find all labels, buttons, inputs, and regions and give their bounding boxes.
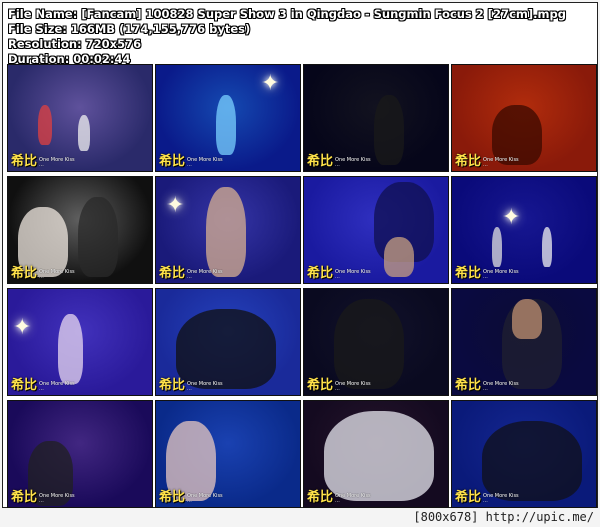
- video-thumbnail: 希比 One More Kiss...: [155, 288, 301, 396]
- upic-watermark-link[interactable]: [800x678] http://upic.me/: [411, 510, 596, 524]
- video-thumbnail: 希比 One More Kiss...: [7, 64, 153, 172]
- fansite-watermark: 希比 One More Kiss...: [11, 267, 75, 280]
- watermark-text: One More Kiss...: [483, 493, 519, 504]
- performer-silhouette: [58, 314, 83, 384]
- watermark-glyph: 希比: [307, 378, 334, 393]
- video-thumbnail: 希比 One More Kiss...: [7, 176, 153, 284]
- video-thumbnail: ✦ 希比 One More Kiss...: [7, 288, 153, 396]
- fansite-watermark: 希比 One More Kiss...: [11, 379, 75, 392]
- performer-silhouette: [324, 411, 434, 501]
- thumbnail-grid: 希比 One More Kiss... ✦ 希比 One More Kiss... 希比 O…: [7, 64, 597, 508]
- fansite-watermark: 希比 One More Kiss...: [307, 379, 371, 392]
- file-name-line: File Name: [Fancam] 100828 Super Show 3 …: [8, 7, 566, 21]
- performer-silhouette: [374, 95, 404, 165]
- video-thumbnail: 希比 One More Kiss...: [303, 64, 449, 172]
- fansite-watermark: 希比 One More Kiss...: [159, 155, 223, 168]
- watermark-text: One More Kiss...: [39, 381, 75, 392]
- video-thumbnail: 希比 One More Kiss...: [451, 288, 597, 396]
- watermark-text: One More Kiss...: [335, 493, 371, 504]
- fansite-watermark: 希比 One More Kiss...: [307, 491, 371, 504]
- video-thumbnail: 希比 One More Kiss...: [7, 400, 153, 508]
- watermark-glyph: 希比: [159, 154, 186, 169]
- watermark-text: One More Kiss...: [39, 157, 75, 168]
- video-thumbnail: 希比 One More Kiss...: [303, 176, 449, 284]
- stage-light-sparkle-icon: ✦: [502, 205, 521, 230]
- fansite-watermark: 希比 One More Kiss...: [159, 491, 223, 504]
- file-size-line: File Size: 166MB (174,155,776 bytes): [8, 22, 251, 36]
- watermark-glyph: 希比: [455, 378, 482, 393]
- watermark-text: One More Kiss...: [335, 269, 371, 280]
- video-metadata: File Name: [Fancam] 100828 Super Show 3 …: [8, 7, 566, 67]
- performer-silhouette: [542, 227, 552, 267]
- watermark-glyph: 希比: [307, 490, 334, 505]
- performer-silhouette: [38, 105, 52, 145]
- watermark-text: One More Kiss...: [483, 381, 519, 392]
- video-thumbnail: 希比 One More Kiss...: [451, 64, 597, 172]
- stage-light-sparkle-icon: ✦: [261, 71, 280, 96]
- contact-sheet: File Name: [Fancam] 100828 Super Show 3 …: [2, 2, 598, 508]
- fansite-watermark: 希比 One More Kiss...: [159, 379, 223, 392]
- watermark-glyph: 希比: [11, 490, 38, 505]
- stage-light-sparkle-icon: ✦: [13, 315, 32, 340]
- fansite-watermark: 希比 One More Kiss...: [455, 267, 519, 280]
- watermark-text: One More Kiss...: [483, 157, 519, 168]
- video-thumbnail: 希比 One More Kiss...: [303, 288, 449, 396]
- watermark-glyph: 希比: [307, 154, 334, 169]
- watermark-text: One More Kiss...: [39, 269, 75, 280]
- fansite-watermark: 希比 One More Kiss...: [455, 491, 519, 504]
- performer-silhouette: [206, 187, 246, 277]
- watermark-glyph: 希比: [455, 266, 482, 281]
- fansite-watermark: 希比 One More Kiss...: [455, 155, 519, 168]
- watermark-glyph: 希比: [159, 266, 186, 281]
- performer-silhouette: [166, 421, 216, 501]
- performer-silhouette: [216, 95, 236, 155]
- performer-silhouette: [78, 197, 118, 277]
- video-thumbnail: 希比 One More Kiss...: [303, 400, 449, 508]
- watermark-text: One More Kiss...: [335, 157, 371, 168]
- video-thumbnail: ✦ 希比 One More Kiss...: [155, 176, 301, 284]
- fansite-watermark: 希比 One More Kiss...: [307, 155, 371, 168]
- watermark-glyph: 希比: [307, 266, 334, 281]
- watermark-text: One More Kiss...: [483, 269, 519, 280]
- watermark-glyph: 希比: [11, 378, 38, 393]
- fansite-watermark: 希比 One More Kiss...: [11, 155, 75, 168]
- fansite-watermark: 希比 One More Kiss...: [159, 267, 223, 280]
- watermark-text: One More Kiss...: [187, 493, 223, 504]
- watermark-text: One More Kiss...: [187, 157, 223, 168]
- watermark-glyph: 希比: [11, 154, 38, 169]
- performer-silhouette: [78, 115, 90, 151]
- fansite-watermark: 希比 One More Kiss...: [11, 491, 75, 504]
- watermark-text: One More Kiss...: [187, 269, 223, 280]
- performer-silhouette: [492, 227, 502, 267]
- video-thumbnail: ✦ 希比 One More Kiss...: [155, 64, 301, 172]
- performer-silhouette: [176, 309, 276, 389]
- video-thumbnail: 希比 One More Kiss...: [451, 400, 597, 508]
- performer-silhouette: [384, 237, 414, 277]
- performer-silhouette: [334, 299, 404, 389]
- watermark-text: One More Kiss...: [335, 381, 371, 392]
- watermark-glyph: 希比: [159, 378, 186, 393]
- watermark-glyph: 希比: [455, 154, 482, 169]
- watermark-glyph: 希比: [159, 490, 186, 505]
- performer-silhouette: [512, 299, 542, 339]
- performer-silhouette: [482, 421, 582, 501]
- video-thumbnail: ✦ 希比 One More Kiss...: [451, 176, 597, 284]
- fansite-watermark: 希比 One More Kiss...: [455, 379, 519, 392]
- watermark-glyph: 希比: [455, 490, 482, 505]
- fansite-watermark: 希比 One More Kiss...: [307, 267, 371, 280]
- resolution-line: Resolution: 720x576: [8, 37, 142, 51]
- watermark-text: One More Kiss...: [39, 493, 75, 504]
- video-thumbnail: 希比 One More Kiss...: [155, 400, 301, 508]
- watermark-glyph: 希比: [11, 266, 38, 281]
- watermark-text: One More Kiss...: [187, 381, 223, 392]
- stage-light-sparkle-icon: ✦: [166, 193, 185, 218]
